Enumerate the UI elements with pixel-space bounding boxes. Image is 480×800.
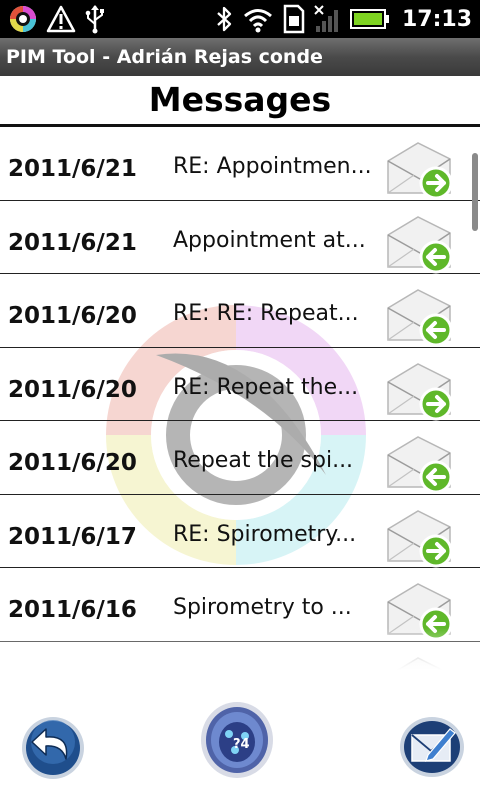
signal-icon <box>314 5 338 32</box>
outgoing-mail-icon[interactable] <box>384 360 456 422</box>
status-bar: 17:13 <box>0 0 480 38</box>
home-button[interactable]: ?4 <box>199 700 275 780</box>
message-date: 2011/6/21 <box>8 229 137 256</box>
status-right-icons: 17:13 <box>214 0 472 38</box>
message-subject: Spirometry to ... <box>173 595 352 620</box>
message-row[interactable]: 2011/6/20 RE: Repeat the... <box>0 348 480 422</box>
outgoing-mail-icon[interactable] <box>384 507 456 569</box>
battery-icon <box>349 9 389 29</box>
message-list[interactable]: 2011/6/21 RE: Appointmen... 2011/6/21 Ap… <box>0 127 480 680</box>
sim-icon <box>283 4 305 34</box>
incoming-mail-icon[interactable] <box>384 654 456 681</box>
app-title: PIM Tool - Adrián Rejas conde <box>6 46 323 68</box>
compose-button[interactable] <box>398 715 466 779</box>
page-title: Messages <box>148 80 332 119</box>
home-logo-icon: ?4 <box>219 722 255 762</box>
incoming-mail-icon[interactable] <box>384 433 456 495</box>
message-subject: Appointment at... <box>173 227 366 253</box>
message-date: 2011/6/21 <box>8 156 137 182</box>
message-subject: RE: RE: Repeat... <box>173 301 359 326</box>
wifi-icon <box>244 9 272 33</box>
incoming-mail-icon[interactable] <box>384 580 456 642</box>
message-row[interactable]: 2011/6/16 FW: prueba <box>0 642 480 681</box>
message-date: 2011/6/20 <box>8 303 137 329</box>
incoming-mail-icon[interactable] <box>384 286 456 348</box>
message-date: 2011/6/16 <box>8 597 137 623</box>
message-date: 2011/6/17 <box>8 523 137 550</box>
clock: 17:13 <box>401 6 472 32</box>
message-row[interactable]: 2011/6/21 RE: Appointmen... <box>0 127 480 201</box>
message-subject: RE: Appointmen... <box>173 154 372 179</box>
message-row[interactable]: 2011/6/16 Spirometry to ... <box>0 568 480 642</box>
message-subject: RE: Repeat the... <box>173 374 359 400</box>
message-row[interactable]: 2011/6/21 Appointment at... <box>0 201 480 275</box>
status-left-icons <box>8 3 106 35</box>
message-subject: RE: Spirometry... <box>173 521 357 547</box>
outgoing-mail-icon[interactable] <box>384 139 456 201</box>
warning-icon <box>46 5 76 33</box>
bluetooth-icon <box>217 6 232 32</box>
message-subject: Repeat the spi... <box>173 448 354 473</box>
usb-icon <box>85 5 104 34</box>
message-row[interactable]: 2011/6/20 Repeat the spi... <box>0 421 480 495</box>
message-subject: FW: prueba <box>173 642 298 681</box>
message-row[interactable]: 2011/6/20 RE: RE: Repeat... <box>0 274 480 348</box>
message-date: 2011/6/16 <box>8 642 137 681</box>
back-button[interactable] <box>20 715 86 781</box>
svg-text:?4: ?4 <box>233 737 250 752</box>
incoming-mail-icon[interactable] <box>384 213 456 275</box>
scrollbar-thumb[interactable] <box>472 153 478 231</box>
message-date: 2011/6/20 <box>8 450 137 476</box>
message-date: 2011/6/20 <box>8 376 137 403</box>
app-logo-icon <box>10 6 36 32</box>
message-row[interactable]: 2011/6/17 RE: Spirometry... <box>0 495 480 569</box>
app-title-bar: PIM Tool - Adrián Rejas conde <box>0 38 480 76</box>
